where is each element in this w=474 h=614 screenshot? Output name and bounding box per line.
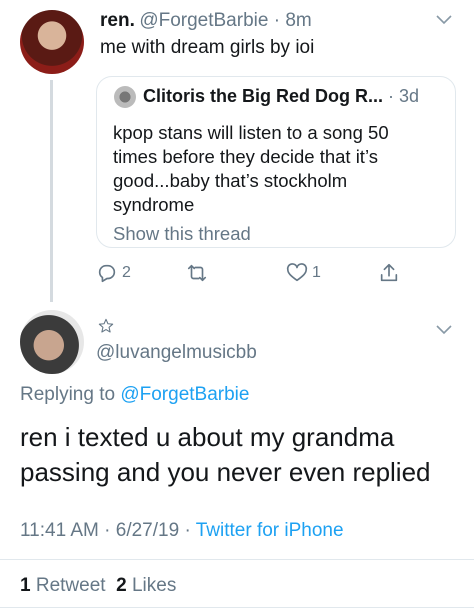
separator-dot: · [98, 520, 116, 541]
likes-stat[interactable]: 2 Likes [116, 575, 176, 596]
tweet1-time[interactable]: 8m [285, 10, 311, 31]
reply-count: 2 [122, 264, 131, 281]
quoted-avatar[interactable] [114, 86, 136, 108]
tweet2-source[interactable]: Twitter for iPhone [196, 520, 344, 541]
replying-prefix: Replying to [20, 384, 116, 405]
quoted-time: 3d [399, 86, 420, 106]
share-button[interactable] [378, 262, 400, 284]
avatar-ren[interactable] [20, 10, 84, 74]
quoted-tweet-card[interactable]: Clitoris the Big Red Dog R... · 3d kpop … [96, 76, 456, 248]
retweet-icon [187, 264, 207, 282]
retweets-stat[interactable]: 1 Retweet [20, 575, 106, 596]
heart-icon [286, 263, 308, 282]
tweet1-display-name[interactable]: ren. [100, 10, 135, 31]
share-icon [380, 263, 398, 282]
like-button[interactable]: 1 [286, 262, 321, 284]
thread-line [50, 80, 53, 302]
quoted-header: Clitoris the Big Red Dog R... · 3d [143, 86, 419, 107]
show-thread-link[interactable]: Show this thread [113, 223, 251, 245]
reply-button[interactable]: 2 [96, 262, 131, 284]
separator-dot: · [268, 10, 286, 31]
replying-to: Replying to @ForgetBarbie [20, 384, 249, 406]
tweet2-date: 6/27/19 [115, 520, 180, 541]
avatar-luvangelmusicbb[interactable] [20, 310, 84, 374]
retweet-button[interactable] [186, 262, 208, 284]
separator-dot: · [179, 520, 196, 541]
chevron-down-icon[interactable] [436, 322, 452, 340]
tweet2-meta: 11:41 AM · 6/27/19 · Twitter for iPhone [20, 520, 344, 542]
tweet1-text: me with dream girls by ioi [100, 37, 315, 58]
retweet-label: Retweet [35, 575, 106, 596]
tweet2-handle[interactable]: @luvangelmusicbb [96, 342, 257, 364]
replying-to-link[interactable]: @ForgetBarbie [120, 384, 249, 405]
retweet-count: 1 [20, 575, 31, 596]
like-count: 1 [312, 264, 321, 281]
star-icon [98, 318, 114, 334]
separator-dot: · [388, 86, 400, 106]
tweet1-handle[interactable]: @ForgetBarbie [139, 10, 268, 31]
tweet1-header: ren. @ForgetBarbie · 8m [100, 10, 312, 32]
likes-label: Likes [131, 575, 177, 596]
divider [0, 559, 474, 560]
reply-icon [98, 264, 116, 283]
tweet2-stats: 1 Retweet 2 Likes [20, 575, 176, 597]
quoted-text: kpop stans will listen to a song 50 time… [113, 122, 389, 215]
tweet2-text: ren i texted u about my grandma passing … [20, 422, 431, 487]
like-count-total: 2 [116, 575, 127, 596]
quoted-display-name[interactable]: Clitoris the Big Red Dog R... [143, 86, 383, 106]
tweet2-time: 11:41 AM [20, 520, 99, 541]
divider [0, 607, 474, 608]
chevron-down-icon[interactable] [436, 12, 452, 30]
